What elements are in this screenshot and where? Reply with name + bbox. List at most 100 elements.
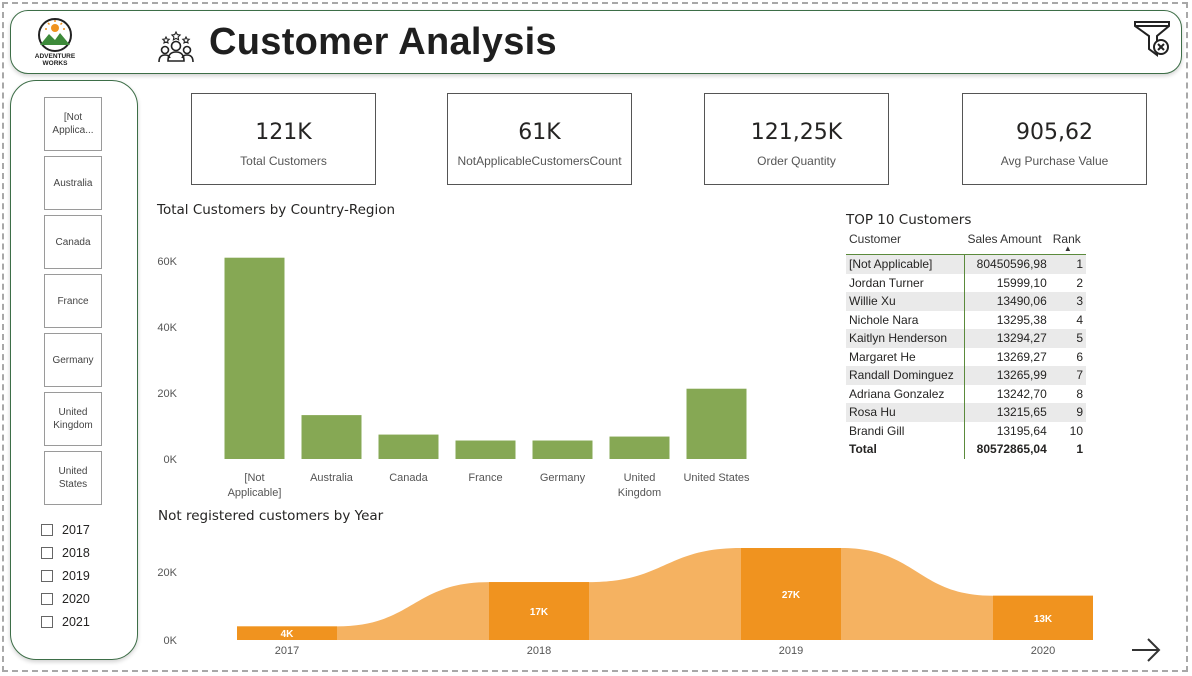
bar-4 [532, 440, 593, 459]
country-tile-label: [Not Applica... [52, 112, 94, 136]
year-label: 2019 [62, 569, 90, 583]
cell-rank: 8 [1076, 386, 1083, 401]
logo-text: ADVENTURE WORKS [29, 53, 81, 67]
kpi-value: 121K [255, 120, 312, 145]
column-header-rank[interactable]: Rank ▲ [1049, 232, 1086, 255]
table-row[interactable]: Brandi Gill 13195,64 10 [846, 421, 1086, 440]
country-tile-label: France [57, 295, 89, 307]
data-label: 17K [530, 607, 549, 618]
table-row[interactable]: Nichole Nara 13295,38 4 [846, 310, 1086, 329]
adventure-works-logo: ADVENTURE WORKS [29, 17, 81, 71]
clear-filter-icon [1134, 21, 1170, 57]
column-header-customer[interactable]: Customer [846, 232, 965, 255]
cell-rank: 6 [1076, 349, 1083, 364]
table-row[interactable]: Willie Xu 13490,06 3 [846, 292, 1086, 311]
table-row[interactable]: [Not Applicable] 80450596,98 1 [846, 254, 1086, 274]
year-label: 2018 [62, 546, 90, 560]
cell-customer: Adriana Gonzalez [846, 384, 965, 403]
country-tile-germany[interactable]: Germany [44, 333, 102, 387]
country-tile-united-states[interactable]: United States [44, 451, 102, 505]
table-row[interactable]: Jordan Turner 15999,10 2 [846, 273, 1086, 292]
x-tick-label: Canada [389, 472, 428, 484]
bar-2 [378, 434, 439, 459]
x-tick-label: Kingdom [618, 487, 661, 499]
country-tile-label: Australia [53, 177, 93, 189]
year-label: 2021 [62, 615, 90, 629]
year-option-2019[interactable]: 2019 [41, 567, 90, 585]
data-label: 13K [1034, 614, 1053, 625]
logo-text-line-1: ADVENTURE [34, 53, 76, 60]
cell-customer: Margaret He [846, 347, 965, 366]
column-header-sales-amount[interactable]: Sales Amount [964, 232, 1050, 255]
country-tile-not-applicable[interactable]: [Not Applica... [44, 97, 102, 151]
x-tick-label: United [624, 472, 656, 484]
bar-0 [224, 257, 285, 459]
country-tile-label: United Kingdom [53, 407, 93, 431]
year-option-2021[interactable]: 2021 [41, 613, 90, 631]
year-checkbox[interactable] [41, 547, 53, 559]
table-row[interactable]: Rosa Hu 13215,65 9 [846, 403, 1086, 422]
total-cell-rank: 1 [1076, 442, 1083, 457]
filter-sidebar: [Not Applica... Australia Canada France … [10, 80, 138, 660]
kpi-card-not-applicable-customers: 61K NotApplicableCustomersCount [447, 93, 632, 185]
year-option-2018[interactable]: 2018 [41, 544, 90, 562]
year-checkbox[interactable] [41, 570, 53, 582]
kpi-card-avg-purchase-value: 905,62 Avg Purchase Value [962, 93, 1147, 185]
header-banner: ADVENTURE WORKS Customer Analysis [10, 10, 1182, 74]
logo-text-line-2: WORKS [42, 60, 68, 67]
cell-customer: Rosa Hu [846, 403, 965, 422]
x-tick-label: Applicable] [228, 487, 282, 499]
table-header-row: Customer Sales Amount Rank ▲ [846, 232, 1086, 255]
next-page-button[interactable] [1130, 636, 1162, 664]
kpi-value: 61K [518, 120, 561, 145]
x-tick-label: 2017 [275, 645, 299, 657]
cell-sales: 13490,06 [964, 292, 1050, 311]
x-tick-label: Germany [540, 472, 586, 484]
kpi-card-order-quantity: 121,25K Order Quantity [704, 93, 889, 185]
clear-filter-button[interactable] [1131, 17, 1175, 63]
arrow-right-icon [1132, 638, 1161, 662]
country-tile-label: United States [58, 466, 88, 490]
year-checkbox[interactable] [41, 616, 53, 628]
cell-sales: 13295,38 [996, 312, 1047, 327]
sort-ascending-icon: ▲ [1063, 244, 1072, 253]
table-total-row: Total 80572865,04 1 [846, 440, 1086, 459]
y-tick-label: 0K [164, 635, 178, 647]
table-row[interactable]: Kaitlyn Henderson 13294,27 5 [846, 329, 1086, 348]
y-tick-label: 20K [157, 567, 177, 579]
table-row[interactable]: Randall Dominguez 13265,99 7 [846, 366, 1086, 385]
year-option-2020[interactable]: 2020 [41, 590, 90, 608]
total-cell-sales: 80572865,04 [976, 442, 1047, 457]
data-label: 4K [281, 629, 295, 640]
country-tile-australia[interactable]: Australia [44, 156, 102, 210]
country-tile-canada[interactable]: Canada [44, 215, 102, 269]
year-option-2017[interactable]: 2017 [41, 521, 90, 539]
x-tick-label: 2019 [779, 645, 803, 657]
y-tick-label: 40K [157, 322, 177, 334]
page-title: Customer Analysis [209, 21, 557, 63]
x-tick-label: [Not [244, 472, 264, 484]
year-checkbox[interactable] [41, 524, 53, 536]
country-tile-france[interactable]: France [44, 274, 102, 328]
country-tile-label: Germany [52, 354, 94, 366]
x-tick-label: France [468, 472, 502, 484]
kpi-label: Total Customers [240, 154, 327, 168]
cell-customer: Nichole Nara [846, 310, 965, 329]
table-row[interactable]: Margaret He 13269,27 6 [846, 347, 1086, 366]
y-tick-label: 60K [157, 256, 177, 268]
x-tick-label: 2018 [527, 645, 551, 657]
x-tick-label: 2020 [1031, 645, 1055, 657]
cell-customer: Willie Xu [846, 292, 965, 311]
table-row[interactable]: Adriana Gonzalez 13242,70 8 [846, 384, 1086, 403]
cell-rank: 3 [1049, 292, 1086, 311]
cell-customer: Jordan Turner [846, 273, 965, 292]
kpi-value: 121,25K [750, 120, 843, 145]
year-checkbox[interactable] [41, 593, 53, 605]
year-label: 2020 [62, 592, 90, 606]
country-tile-united-kingdom[interactable]: United Kingdom [44, 392, 102, 446]
cell-rank: 7 [1049, 366, 1086, 385]
bar-6 [686, 388, 747, 459]
cell-rank: 4 [1076, 312, 1083, 327]
area-chart-title: Not registered customers by Year [158, 508, 384, 524]
kpi-label: NotApplicableCustomersCount [457, 154, 622, 168]
